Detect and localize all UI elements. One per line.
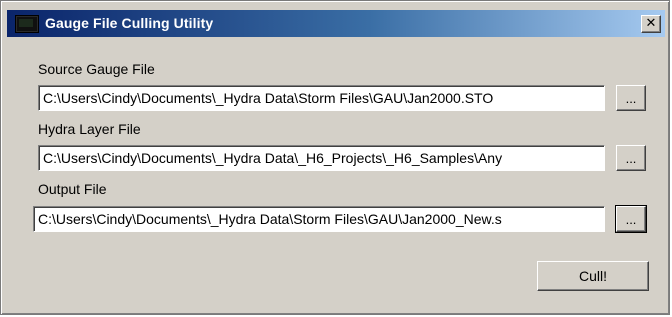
hydra-layer-file-value: C:\Users\Cindy\Documents\_Hydra Data\_H6… bbox=[43, 150, 503, 166]
close-icon: ✕ bbox=[645, 16, 657, 31]
source-browse-button[interactable]: ... bbox=[616, 85, 646, 111]
hydra-layer-file-field[interactable]: C:\Users\Cindy\Documents\_Hydra Data\_H6… bbox=[38, 145, 605, 171]
dialog-window: Gauge File Culling Utility ✕ Source Gaug… bbox=[0, 0, 670, 315]
source-gauge-file-value: C:\Users\Cindy\Documents\_Hydra Data\Sto… bbox=[43, 90, 494, 106]
cull-button[interactable]: Cull! bbox=[537, 261, 649, 291]
hydra-layer-file-label: Hydra Layer File bbox=[38, 121, 141, 137]
output-browse-button[interactable]: ... bbox=[615, 205, 647, 233]
output-file-value: C:\Users\Cindy\Documents\_Hydra Data\Sto… bbox=[38, 211, 502, 227]
window-title: Gauge File Culling Utility bbox=[45, 15, 214, 31]
title-bar[interactable]: Gauge File Culling Utility bbox=[7, 10, 665, 37]
output-file-field[interactable]: C:\Users\Cindy\Documents\_Hydra Data\Sto… bbox=[33, 206, 605, 232]
layer-browse-button[interactable]: ... bbox=[616, 145, 646, 171]
source-gauge-file-label: Source Gauge File bbox=[38, 61, 155, 77]
source-gauge-file-field[interactable]: C:\Users\Cindy\Documents\_Hydra Data\Sto… bbox=[38, 85, 605, 111]
output-file-label: Output File bbox=[38, 181, 107, 197]
app-icon bbox=[15, 15, 39, 33]
close-button[interactable]: ✕ bbox=[641, 15, 661, 33]
